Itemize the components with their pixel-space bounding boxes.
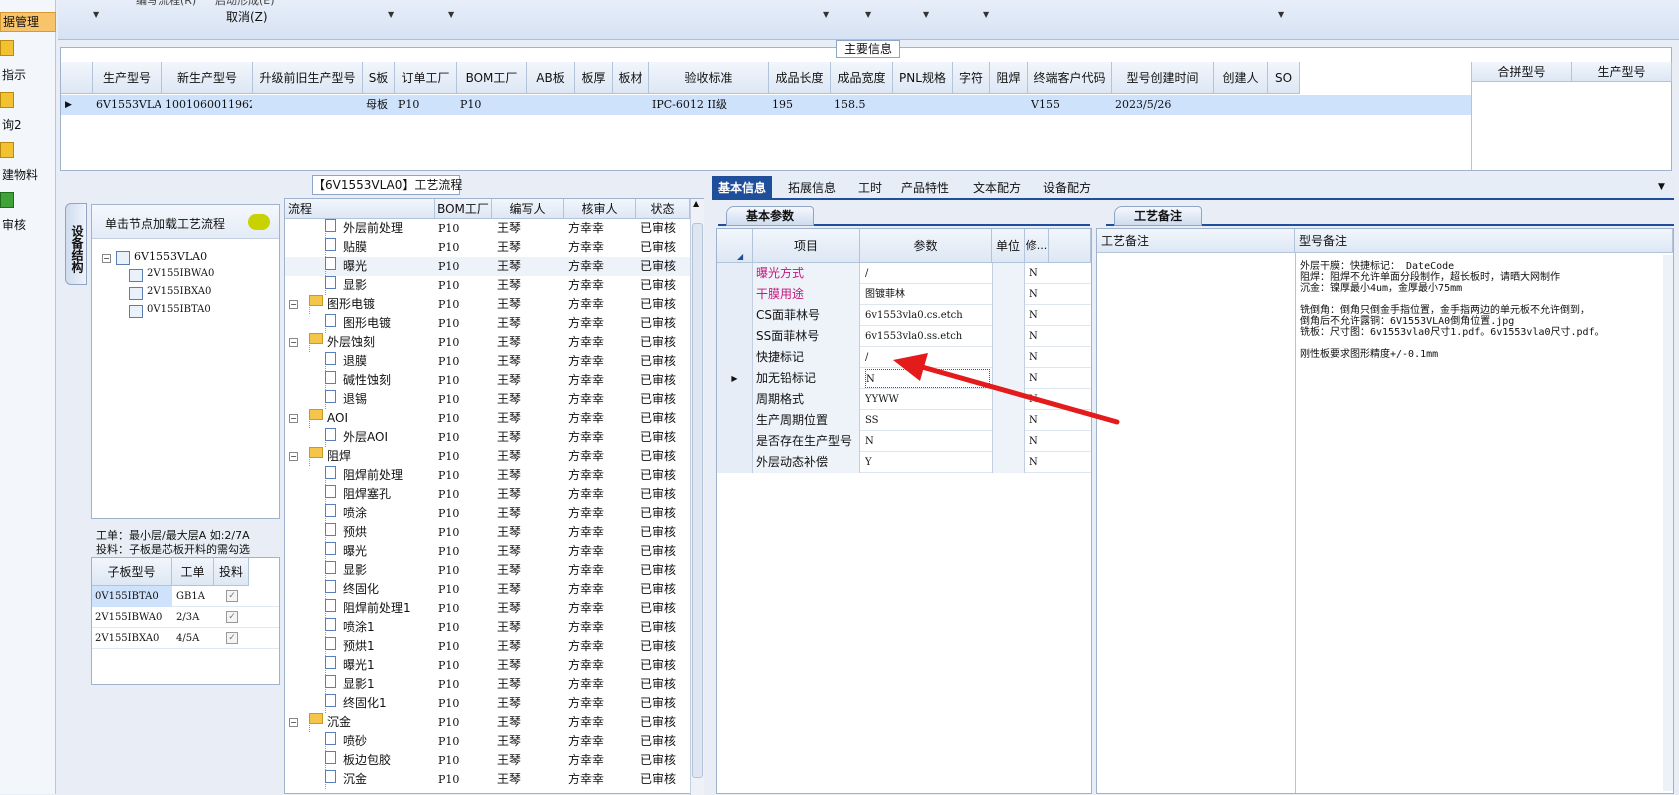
annotation-arrow-icon: [893, 353, 1120, 425]
main-info-title: 主要信息: [836, 40, 900, 58]
